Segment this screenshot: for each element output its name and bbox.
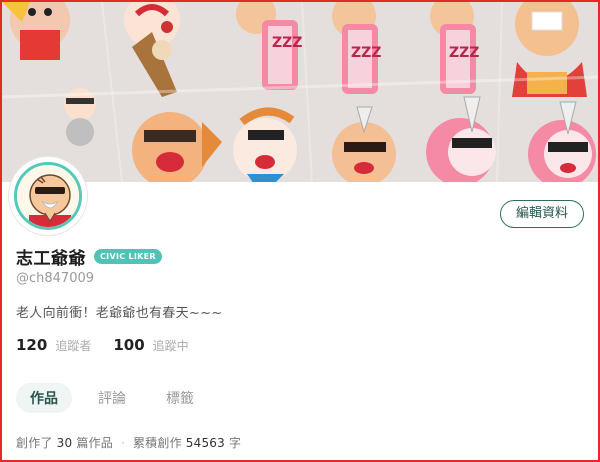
user-handle: @ch847009	[16, 271, 95, 286]
cover-zzz-3: ZZZ	[449, 45, 479, 61]
cover-zzz-1: ZZZ	[272, 35, 302, 51]
total-prefix: 累積創作	[132, 436, 182, 450]
grandpa-avatar-icon	[17, 165, 79, 227]
display-name: 志工爺爺	[16, 249, 86, 269]
total-suffix: 字	[229, 436, 242, 450]
works-suffix: 篇作品	[76, 436, 113, 450]
separator-dot: ·	[120, 436, 125, 450]
cover-plush-illustration: ZZZ ZZZ ZZZ	[2, 2, 598, 182]
followers-stat[interactable]: 120 追蹤者	[16, 336, 91, 354]
following-count: 100	[113, 336, 145, 354]
total-count: 54563	[185, 436, 225, 450]
avatar-image	[14, 162, 82, 230]
creation-summary: 創作了 30 篇作品 · 累積創作 54563 字	[16, 434, 241, 451]
civic-liker-badge[interactable]: CIVIC LIKER	[94, 249, 162, 264]
summary-prefix: 創作了	[16, 436, 53, 450]
cover-image: ZZZ ZZZ ZZZ	[2, 2, 598, 182]
profile-page: ZZZ ZZZ ZZZ 編輯資料 志工爺爺 CIVIC LIKER @ch847…	[0, 0, 600, 462]
tab-tags[interactable]: 標籤	[152, 383, 208, 413]
profile-tabs: 作品 評論 標籤	[16, 383, 220, 413]
followers-count: 120	[16, 336, 48, 354]
tab-comments[interactable]: 評論	[84, 383, 140, 413]
name-row: 志工爺爺 CIVIC LIKER	[16, 244, 162, 269]
edit-profile-button[interactable]: 編輯資料	[500, 200, 584, 228]
follow-stats: 120 追蹤者 100 追蹤中	[16, 336, 211, 354]
tab-works[interactable]: 作品	[16, 383, 72, 413]
cover-zzz-2: ZZZ	[351, 45, 381, 61]
avatar[interactable]	[9, 157, 87, 235]
following-stat[interactable]: 100 追蹤中	[113, 336, 188, 354]
following-label: 追蹤中	[152, 339, 189, 353]
user-bio: 老人向前衝！老爺爺也有春天~~~	[16, 306, 223, 321]
followers-label: 追蹤者	[55, 339, 92, 353]
works-count: 30	[56, 436, 73, 450]
